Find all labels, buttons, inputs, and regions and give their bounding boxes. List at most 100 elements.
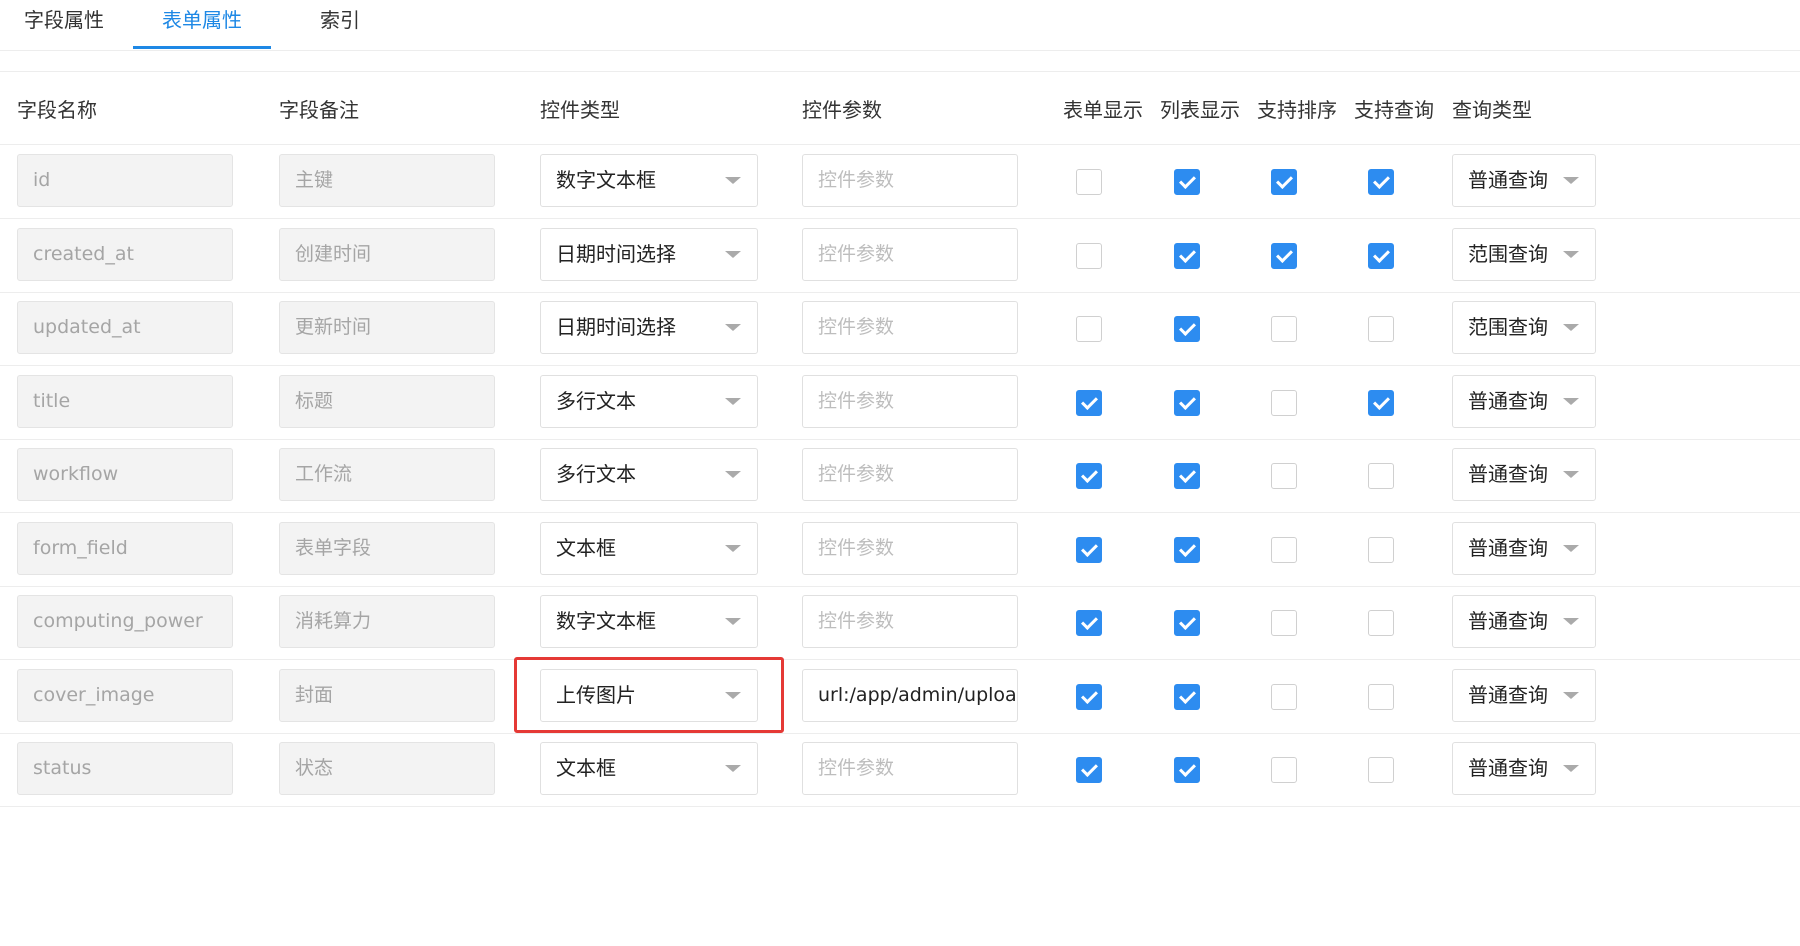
chevron-down-icon — [725, 324, 741, 331]
list-show-checkbox[interactable] — [1174, 683, 1200, 710]
table-row: status 状态 文本框 控件参数 普通查询 — [0, 733, 1800, 807]
list-show-checkbox[interactable] — [1174, 389, 1200, 416]
form-show-checkbox[interactable] — [1076, 242, 1102, 269]
form-show-checkbox[interactable] — [1076, 683, 1102, 710]
control-params-input[interactable]: 控件参数 — [802, 227, 1018, 281]
sortable-checkbox[interactable] — [1271, 463, 1297, 489]
list-show-checkbox[interactable] — [1174, 536, 1200, 563]
query-type-select[interactable]: 普通查询 — [1452, 374, 1596, 428]
query-type-value: 普通查询 — [1468, 462, 1548, 486]
table-row: form_field 表单字段 文本框 控件参数 普通查询 — [0, 513, 1800, 587]
sortable-checkbox[interactable] — [1271, 757, 1297, 783]
control-params-input[interactable]: url:/app/admin/upload/ — [802, 668, 1018, 722]
list-show-checkbox[interactable] — [1174, 242, 1200, 269]
query-type-value: 范围查询 — [1468, 315, 1548, 339]
header-query-type: 查询类型 — [1452, 98, 1532, 122]
control-params-input[interactable]: 控件参数 — [802, 301, 1018, 354]
table-row: id 主键 数字文本框 控件参数 普通查询 — [0, 145, 1800, 219]
header-control-params: 控件参数 — [802, 98, 882, 122]
list-show-checkbox[interactable] — [1174, 463, 1200, 489]
control-type-select[interactable]: 上传图片 — [540, 668, 758, 722]
form-show-checkbox[interactable] — [1076, 610, 1102, 636]
table-row: updated_at 更新时间 日期时间选择 控件参数 范围查询 — [0, 292, 1800, 366]
field-comment-input: 创建时间 — [279, 227, 495, 281]
field-comment-input: 工作流 — [279, 448, 495, 501]
control-type-select[interactable]: 数字文本框 — [540, 595, 758, 648]
control-type-select[interactable]: 文本框 — [540, 742, 758, 795]
chevron-down-icon — [1563, 177, 1579, 184]
tab-field-properties[interactable]: 字段属性 — [14, 0, 114, 50]
sortable-checkbox[interactable] — [1271, 683, 1297, 710]
searchable-checkbox[interactable] — [1368, 242, 1394, 269]
control-type-select[interactable]: 多行文本 — [540, 374, 758, 428]
form-show-checkbox[interactable] — [1076, 169, 1102, 195]
sortable-checkbox[interactable] — [1271, 389, 1297, 416]
control-type-select[interactable]: 多行文本 — [540, 448, 758, 501]
field-name-input: cover_image — [17, 668, 233, 722]
control-type-value: 数字文本框 — [556, 168, 656, 192]
chevron-down-icon — [725, 250, 741, 258]
searchable-checkbox[interactable] — [1368, 389, 1394, 416]
sortable-checkbox[interactable] — [1271, 169, 1297, 195]
header-control-type: 控件类型 — [540, 98, 620, 122]
query-type-select[interactable]: 范围查询 — [1452, 301, 1596, 354]
query-type-select[interactable]: 普通查询 — [1452, 154, 1596, 207]
tab-form-properties[interactable]: 表单属性 — [152, 0, 252, 50]
control-params-input[interactable]: 控件参数 — [802, 742, 1018, 795]
field-name-input: updated_at — [17, 301, 233, 354]
searchable-checkbox[interactable] — [1368, 169, 1394, 195]
searchable-checkbox[interactable] — [1368, 757, 1394, 783]
control-params-input[interactable]: 控件参数 — [802, 374, 1018, 428]
query-type-select[interactable]: 普通查询 — [1452, 742, 1596, 795]
chevron-down-icon — [725, 691, 741, 699]
sortable-checkbox[interactable] — [1271, 610, 1297, 636]
tab-bar: 字段属性 表单属性 索引 — [0, 0, 1800, 51]
searchable-checkbox[interactable] — [1368, 610, 1394, 636]
tab-index[interactable]: 索引 — [300, 0, 380, 50]
query-type-select[interactable]: 普通查询 — [1452, 448, 1596, 501]
query-type-select[interactable]: 普通查询 — [1452, 595, 1596, 648]
list-show-checkbox[interactable] — [1174, 169, 1200, 195]
field-name-input: created_at — [17, 227, 233, 281]
searchable-checkbox[interactable] — [1368, 536, 1394, 563]
list-show-checkbox[interactable] — [1174, 610, 1200, 636]
chevron-down-icon — [725, 765, 741, 772]
control-type-value: 数字文本框 — [556, 609, 656, 633]
control-type-value: 多行文本 — [556, 462, 636, 486]
query-type-select[interactable]: 普通查询 — [1452, 521, 1596, 575]
control-type-value: 上传图片 — [556, 682, 636, 707]
query-type-value: 普通查询 — [1468, 609, 1548, 633]
divider — [0, 71, 1800, 72]
form-show-checkbox[interactable] — [1076, 316, 1102, 342]
form-show-checkbox[interactable] — [1076, 536, 1102, 563]
list-show-checkbox[interactable] — [1174, 757, 1200, 783]
chevron-down-icon — [1563, 397, 1579, 405]
control-params-input[interactable]: 控件参数 — [802, 595, 1018, 648]
query-type-select[interactable]: 范围查询 — [1452, 227, 1596, 281]
active-tab-indicator — [133, 46, 271, 49]
query-type-select[interactable]: 普通查询 — [1452, 668, 1596, 722]
control-type-select[interactable]: 文本框 — [540, 521, 758, 575]
field-name-input: workflow — [17, 448, 233, 501]
control-type-select[interactable]: 日期时间选择 — [540, 227, 758, 281]
sortable-checkbox[interactable] — [1271, 316, 1297, 342]
searchable-checkbox[interactable] — [1368, 683, 1394, 710]
form-show-checkbox[interactable] — [1076, 389, 1102, 416]
query-type-value: 范围查询 — [1468, 241, 1548, 266]
chevron-down-icon — [1563, 765, 1579, 772]
query-type-value: 普通查询 — [1468, 388, 1548, 413]
table-row: title 标题 多行文本 控件参数 普通查询 — [0, 366, 1800, 440]
searchable-checkbox[interactable] — [1368, 463, 1394, 489]
sortable-checkbox[interactable] — [1271, 242, 1297, 269]
control-type-select[interactable]: 日期时间选择 — [540, 301, 758, 354]
form-show-checkbox[interactable] — [1076, 757, 1102, 783]
control-params-input[interactable]: 控件参数 — [802, 448, 1018, 501]
searchable-checkbox[interactable] — [1368, 316, 1394, 342]
form-show-checkbox[interactable] — [1076, 463, 1102, 489]
list-show-checkbox[interactable] — [1174, 316, 1200, 342]
control-params-input[interactable]: 控件参数 — [802, 154, 1018, 207]
chevron-down-icon — [1563, 618, 1579, 625]
control-params-input[interactable]: 控件参数 — [802, 521, 1018, 575]
control-type-select[interactable]: 数字文本框 — [540, 154, 758, 207]
sortable-checkbox[interactable] — [1271, 536, 1297, 563]
